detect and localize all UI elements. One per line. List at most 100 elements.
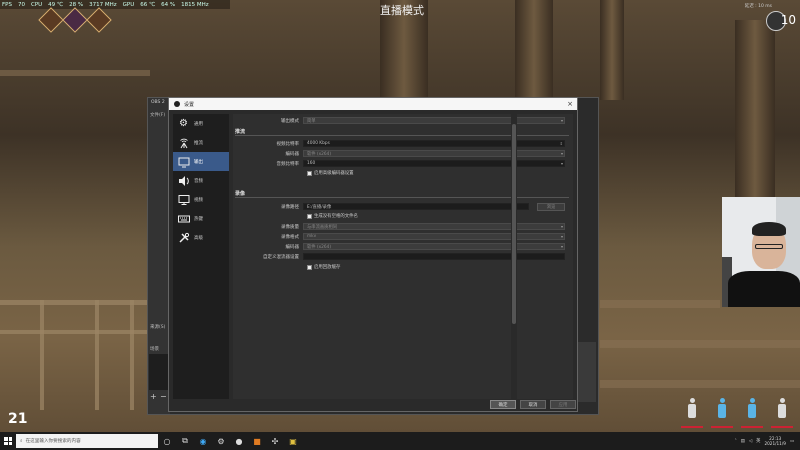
output-mode-select[interactable]: 简单 ▾ — [303, 117, 565, 124]
spinner-icon[interactable]: ⇕ — [560, 141, 563, 146]
remove-scene-button[interactable]: − — [160, 392, 167, 401]
webcam-person-body — [728, 271, 800, 307]
survivor-status-icon — [741, 398, 763, 428]
windows-logo-icon — [4, 437, 12, 445]
display-icon — [177, 193, 190, 206]
tray-chevron-icon[interactable]: ˄ — [735, 439, 737, 444]
fence-post — [95, 300, 99, 410]
fence-post — [130, 300, 134, 410]
scrollbar-thumb[interactable] — [512, 124, 516, 324]
browse-button[interactable]: 浏览 — [537, 203, 565, 211]
cancel-button[interactable]: 取消 — [520, 400, 546, 409]
nav-item-video[interactable]: 视频 — [173, 190, 229, 209]
cpu-load: 28 % — [69, 1, 84, 8]
gpu-clock: 1815 MHz — [181, 1, 209, 8]
cortana-icon[interactable]: ○ — [158, 432, 176, 450]
wooden-plank — [600, 380, 800, 388]
settings-nav: ⚙ 通用 推流 输出 音频 视频 热键 高级 — [173, 114, 229, 399]
tools-icon — [177, 231, 190, 244]
nav-item-output[interactable]: 输出 — [173, 152, 229, 171]
latency-text: 延迟 : 10 ms — [744, 4, 772, 9]
obs-taskbar-icon[interactable]: ● — [230, 432, 248, 450]
survivor-status-icon — [711, 398, 733, 428]
stream-mode-title: 直播模式 — [380, 4, 424, 17]
input-language[interactable]: 英 — [756, 438, 760, 444]
app-icon[interactable]: ■ — [248, 432, 266, 450]
recording-path-row: 录像路径 E:/直播/录像 浏览 — [233, 203, 573, 211]
taskbar-search[interactable]: ⌕ 在这里输入你要搜索的内容 — [16, 434, 158, 448]
chevron-down-icon: ▾ — [560, 161, 563, 166]
notification-icon[interactable]: ▭ — [790, 439, 794, 444]
chevron-down-icon: ▾ — [560, 151, 563, 156]
survivor-status-icon — [771, 398, 793, 428]
settings-titlebar: 设置 × — [169, 98, 577, 110]
close-icon[interactable]: × — [563, 100, 577, 108]
obs-sources-label: 来源(S) — [150, 325, 166, 330]
task-view-icon[interactable]: ⧉ — [176, 432, 194, 450]
rec-encoder-label: 编码器 — [285, 244, 300, 250]
encoder-select[interactable]: 软件 (x264) ▾ — [303, 150, 565, 157]
edge-browser-icon[interactable]: ◉ — [194, 432, 212, 450]
nav-item-hotkeys[interactable]: 热键 — [173, 209, 229, 228]
nav-item-audio[interactable]: 音频 — [173, 171, 229, 190]
nav-item-general[interactable]: ⚙ 通用 — [173, 114, 229, 133]
steam-icon[interactable]: ⚙ — [212, 432, 230, 450]
network-icon[interactable]: ▤ — [741, 439, 745, 444]
fence-rail — [0, 300, 147, 305]
nav-item-label: 输出 — [194, 159, 203, 165]
gpu-label: GPU — [122, 1, 135, 8]
obs-scenes-label: 场景 — [150, 347, 159, 352]
obs-file-menu[interactable]: 文件(F) — [150, 112, 165, 118]
volume-icon[interactable]: ◁ — [749, 439, 752, 444]
nav-item-stream[interactable]: 推流 — [173, 133, 229, 152]
network-app-icon[interactable]: ✣ — [266, 432, 284, 450]
recording-quality-select[interactable]: 与串流画质相同 ▾ — [303, 223, 565, 230]
advanced-encoder-checkbox[interactable]: 启用高级编码器设置 — [307, 170, 354, 176]
add-scene-button[interactable]: + — [150, 392, 157, 401]
recording-format-select[interactable]: mkv ▾ — [303, 233, 565, 240]
checkbox-box[interactable] — [307, 170, 312, 176]
checkbox-box[interactable] — [307, 213, 312, 219]
checkbox-box[interactable] — [307, 264, 312, 270]
cpu-clock: 3717 MHz — [89, 1, 117, 8]
taskbar-clock[interactable]: 22:13 2021/11/9 — [764, 436, 785, 446]
search-icon: ⌕ — [20, 439, 23, 444]
apply-button[interactable]: 应用 — [550, 400, 576, 409]
antenna-icon — [177, 136, 190, 149]
fps-value: 70 — [17, 1, 25, 8]
start-button[interactable] — [0, 432, 16, 450]
advanced-encoder-row: 启用高级编码器设置 — [307, 170, 354, 176]
settings-scrollbar[interactable] — [511, 114, 517, 399]
monitor-output-icon — [177, 155, 190, 168]
video-bitrate-input[interactable]: 4000 Kbps ⇕ — [303, 140, 565, 147]
no-space-checkbox[interactable]: 生成没有空格的文件名 — [307, 213, 358, 219]
tree-trunk — [600, 0, 624, 100]
performance-overlay: FPS 70 CPU 49 ℃ 28 % 3717 MHz GPU 66 ℃ 6… — [0, 0, 230, 9]
output-settings-panel: 输出模式 简单 ▾ 推流 视频比特率 4000 Kbps ⇕ 编码器 软件 (x… — [233, 114, 573, 399]
muxer-input[interactable] — [303, 253, 565, 260]
rec-encoder-select[interactable]: 软件 (x264) ▾ — [303, 243, 565, 250]
system-tray: ˄ ▤ ◁ 英 22:13 2021/11/9 ▭ — [735, 436, 800, 446]
game-icon[interactable]: ▣ — [284, 432, 302, 450]
gpu-temp: 66 ℃ — [140, 1, 156, 8]
recording-section-title: 录像 — [235, 191, 246, 197]
audio-bitrate-select[interactable]: 160 ▾ — [303, 160, 565, 167]
taskbar: ⌕ 在这里输入你要搜索的内容 ○ ⧉ ◉ ⚙ ● ■ ✣ ▣ ˄ ▤ ◁ 英 2… — [0, 432, 800, 450]
checkbox-label: 启用高级编码器设置 — [314, 171, 354, 176]
fence-rail — [0, 330, 147, 334]
nav-item-advanced[interactable]: 高级 — [173, 228, 229, 247]
obs-scene-list[interactable] — [149, 354, 169, 390]
obs-window-title: OBS 2 — [151, 100, 165, 105]
chevron-down-icon: ▾ — [560, 118, 563, 123]
checkbox-label: 启用回放缓存 — [314, 265, 341, 270]
replay-buffer-checkbox[interactable]: 启用回放缓存 — [307, 264, 340, 270]
webcam-overlay — [722, 197, 800, 307]
ok-button[interactable]: 确定 — [490, 400, 516, 409]
nav-item-label: 热键 — [194, 216, 203, 222]
muxer-label: 自定义混流器设置 — [263, 254, 299, 260]
checkbox-label: 生成没有空格的文件名 — [314, 214, 358, 219]
gear-icon: ⚙ — [179, 118, 188, 129]
webcam-person-hair — [752, 222, 786, 236]
video-bitrate-label: 视频比特率 — [276, 141, 300, 147]
recording-path-input[interactable]: E:/直播/录像 — [303, 203, 529, 210]
